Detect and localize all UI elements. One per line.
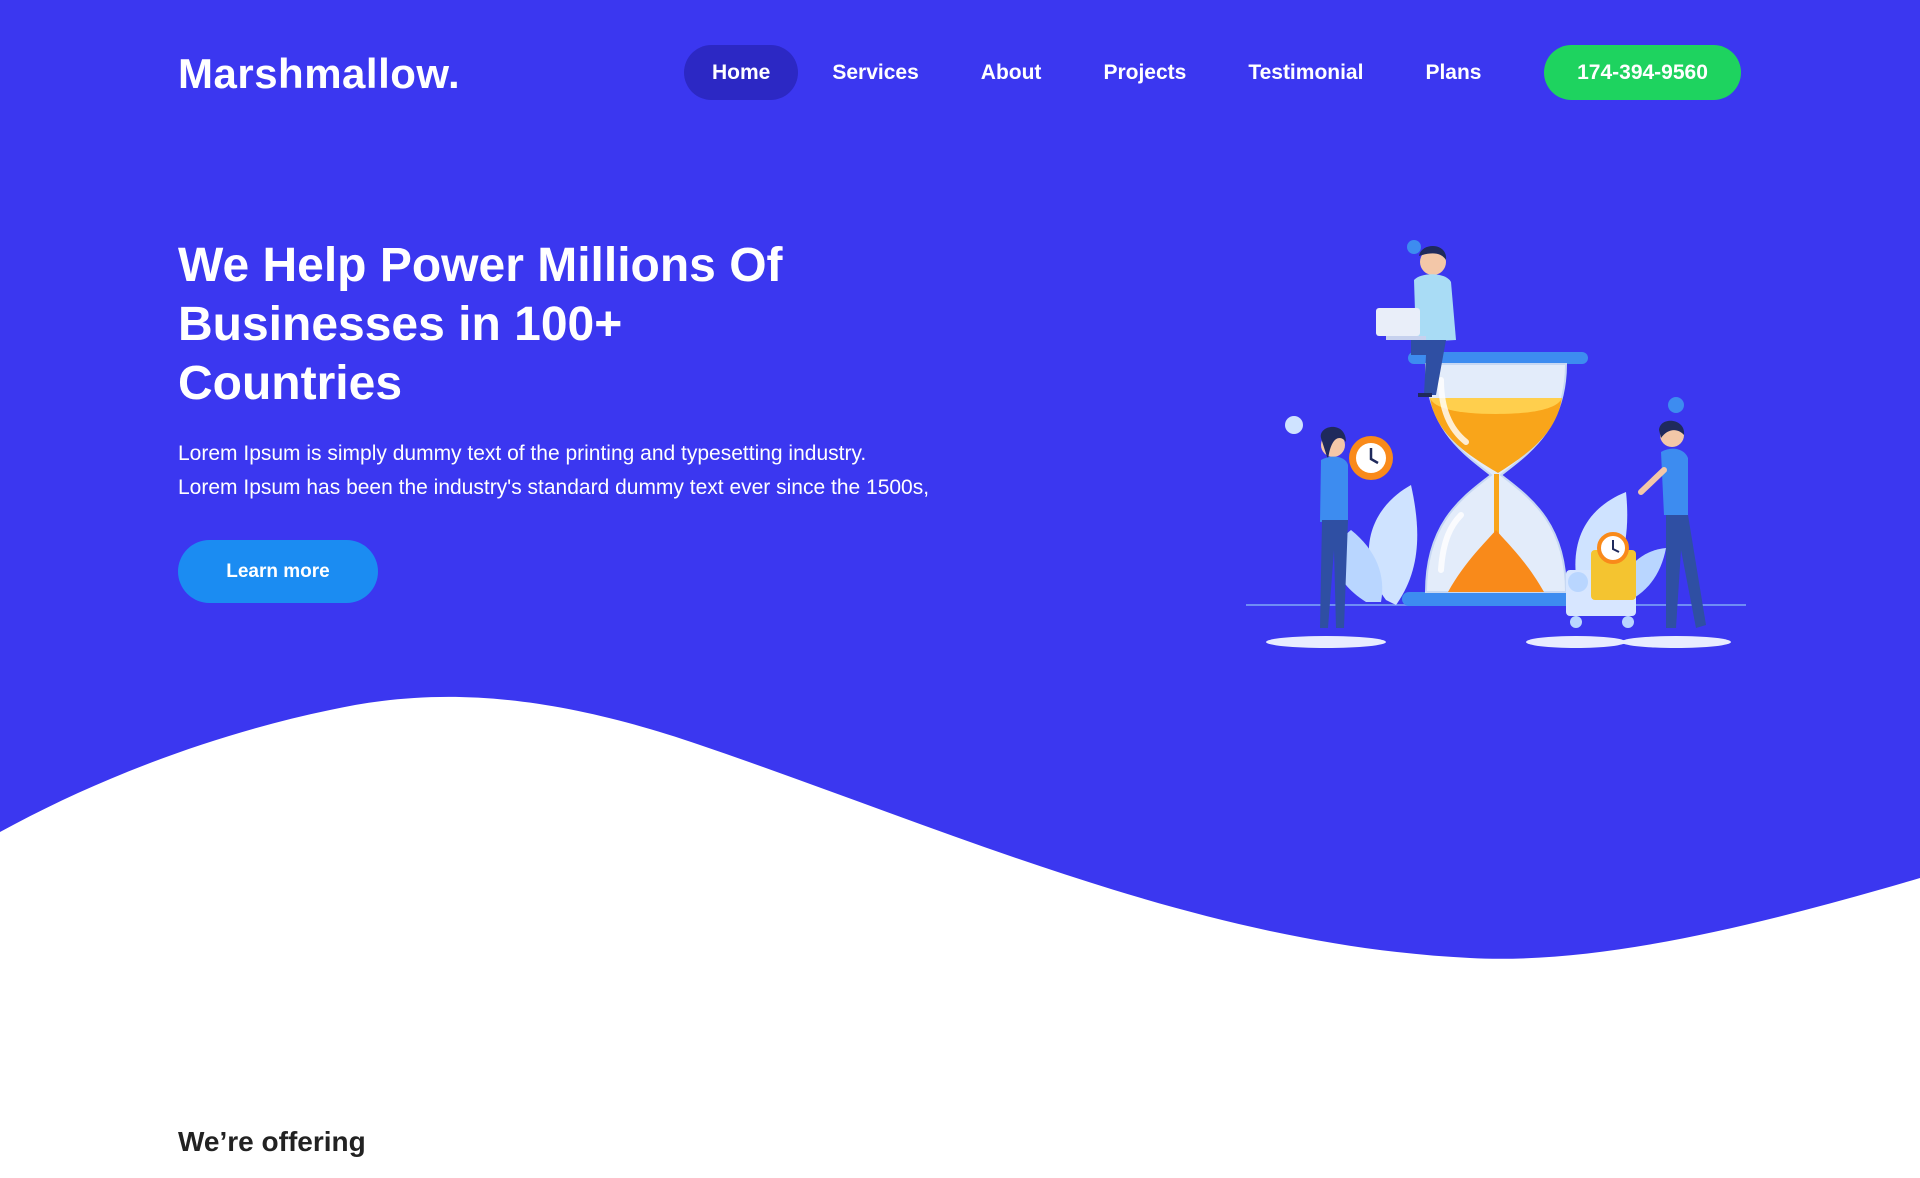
nav-item-home[interactable]: Home: [684, 45, 799, 100]
hero-description-line-1: Lorem Ipsum is simply dummy text of the …: [178, 442, 867, 465]
nav-item-projects[interactable]: Projects: [1075, 45, 1214, 100]
nav-item-services[interactable]: Services: [804, 45, 946, 100]
nav-item-plans[interactable]: Plans: [1397, 45, 1509, 100]
main-nav: Home Services About Projects Testimonial…: [684, 45, 1515, 100]
hero-title: We Help Power Millions Of Businesses in …: [178, 239, 783, 410]
offering-heading: We’re offering: [178, 1126, 366, 1157]
learn-more-button[interactable]: Learn more: [178, 540, 378, 603]
hero-description: Lorem Ipsum is simply dummy text of the …: [178, 437, 1018, 505]
nav-item-about[interactable]: About: [953, 45, 1070, 100]
hourglass-team-illustration: [1246, 240, 1746, 648]
phone-button[interactable]: 174-394-9560: [1544, 45, 1741, 100]
hero-description-line-2: Lorem Ipsum has been the industry's stan…: [178, 476, 930, 499]
brand-logo[interactable]: Marshmallow.: [178, 50, 460, 98]
nav-item-testimonial[interactable]: Testimonial: [1220, 45, 1391, 100]
